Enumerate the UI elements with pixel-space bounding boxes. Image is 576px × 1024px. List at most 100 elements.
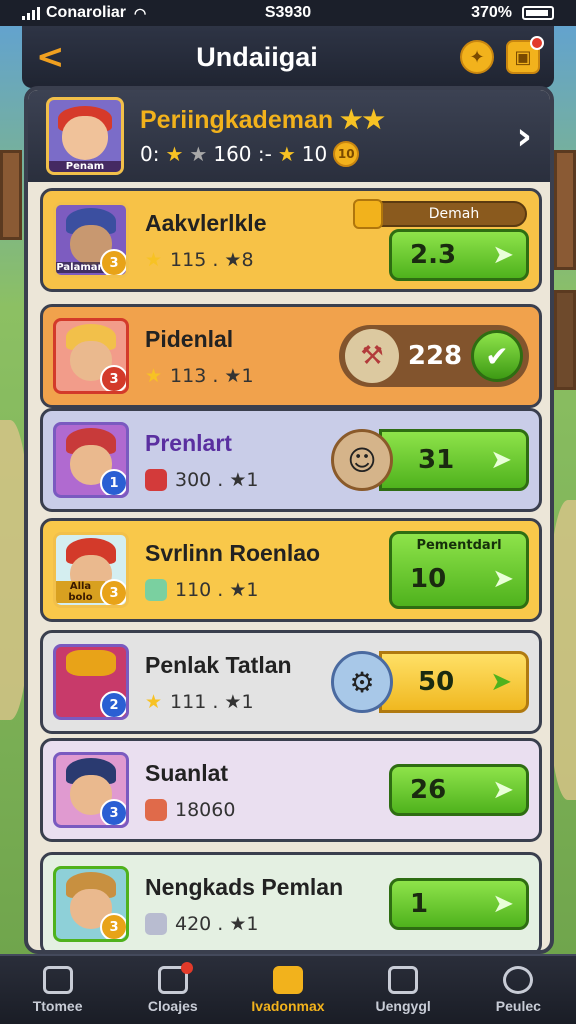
coin-icon[interactable]: ✦: [460, 40, 494, 74]
leaderboard-panel: Penam Periingkademan ★★ 0: ★ ★ 160 :- ★ …: [24, 86, 554, 954]
nav-chat[interactable]: Uengygl: [353, 966, 453, 1014]
reward-pill-label: Demah: [428, 206, 480, 222]
level-badge: 3: [100, 913, 126, 939]
shop-icon: [272, 966, 303, 994]
level-badge: 1: [100, 469, 126, 495]
nav-clan[interactable]: Cloajes: [123, 962, 223, 1014]
row-avatar: Alla bolo 3: [53, 532, 129, 608]
row-avatar: 3: [53, 318, 129, 394]
action-button[interactable]: 31 ➤: [379, 429, 529, 491]
top-header: < Undaiigai ✦ ▣: [22, 26, 554, 88]
list-item[interactable]: 3 Pidenlal ★ 113 . ★1 ⚒ 228 ✔: [40, 304, 542, 408]
row-stat: 115 . ★8: [170, 248, 254, 271]
action-button[interactable]: 1 ➤: [389, 878, 529, 930]
list-item[interactable]: 1 Prenlart 300 . ★1 ☺ 31 ➤: [40, 408, 542, 512]
bottom-nav: Ttomee Cloajes Ivadonmax Uengygl Peulec: [0, 954, 576, 1024]
level-badge: 3: [100, 579, 126, 605]
star-icon: ★★: [340, 106, 385, 134]
player-profile-card[interactable]: Penam Periingkademan ★★ 0: ★ ★ 160 :- ★ …: [28, 90, 550, 182]
list-item[interactable]: Alla bolo 3 Svrlinn Roenlao 110 . ★1 Pem…: [40, 518, 542, 622]
row-name: Svrlinn Roenlao: [145, 539, 321, 566]
hammer-icon: ⚒: [345, 329, 399, 383]
player-name: Periingkademan: [140, 106, 334, 134]
nav-leaderboard[interactable]: Ivadonmax: [238, 966, 338, 1014]
page-title: Undaiigai: [196, 41, 318, 72]
back-arrow-icon[interactable]: <: [36, 37, 66, 77]
avatar-tag: Penam: [49, 161, 121, 172]
signal-icon: [22, 6, 40, 20]
action-button[interactable]: 2.3 ➤: [389, 229, 529, 281]
row-avatar: 3: [53, 752, 129, 828]
level-badge: 3: [100, 799, 126, 825]
gem-icon: [145, 912, 167, 935]
arrow-right-icon: ➤: [492, 240, 514, 270]
gem-icon: [145, 798, 167, 821]
list-item[interactable]: 3 Nengkads Pemlan 420 . ★1 1 ➤: [40, 852, 542, 950]
nav-label: Peulec: [495, 998, 541, 1014]
gem-icon: [145, 468, 167, 491]
star-icon: ★: [145, 364, 163, 387]
gem-icon: [145, 578, 167, 601]
notification-badge: [530, 36, 544, 50]
reward-combo[interactable]: ⚙ 50 ➤: [331, 651, 529, 713]
battery-percent: 370%: [471, 4, 512, 21]
row-stat: 111 . ★1: [170, 690, 254, 713]
reward-combo[interactable]: ☺ 31 ➤: [331, 429, 529, 491]
profile-stat-label: 0:: [140, 142, 160, 166]
item-slot: ⚒ 228 ✔: [339, 325, 529, 387]
action-button[interactable]: 26 ➤: [389, 764, 529, 816]
notification-badge: [180, 962, 193, 974]
chest-icon[interactable]: ▣: [506, 36, 544, 74]
row-stat: 113 . ★1: [170, 364, 254, 387]
row-name: Prenlart: [145, 429, 232, 456]
player-avatar: Penam: [46, 97, 124, 175]
nav-label: Uengygl: [375, 998, 431, 1014]
row-stat: 420 . ★1: [175, 912, 259, 935]
row-avatar: Palaman 3: [53, 202, 129, 278]
token-icon: [353, 199, 383, 229]
home-icon: [42, 966, 73, 994]
action-value: 1: [410, 889, 429, 919]
action-button[interactable]: 50 ➤: [379, 651, 529, 713]
chat-icon: [388, 966, 419, 994]
slot-value: 228: [407, 341, 463, 371]
row-avatar: 1: [53, 422, 129, 498]
check-icon[interactable]: ✔: [471, 330, 523, 382]
arrow-right-icon: ➤: [490, 667, 512, 697]
arrow-right-icon: ➤: [492, 564, 514, 594]
row-stat: 18060: [175, 798, 236, 821]
chevron-right-icon[interactable]: ›: [516, 114, 532, 158]
action-button[interactable]: Pementdarl 10 ➤: [389, 531, 529, 609]
list-item[interactable]: 2 Penlak Tatlan ★ 111 . ★1 ⚙ 50 ➤: [40, 630, 542, 734]
avatar-tag: Palaman: [56, 262, 105, 273]
coin-icon: 10: [333, 141, 360, 167]
nav-label: Ivadonmax: [251, 998, 325, 1014]
action-value: 31: [418, 445, 455, 475]
reward-pill: Demah: [353, 199, 527, 229]
row-name: Pidenlal: [145, 325, 234, 352]
list-item[interactable]: Palaman 3 Aakvlerlkle ★ 115 . ★8 Demah 2.…: [40, 188, 542, 292]
nav-label: Ttomee: [32, 998, 83, 1014]
star-icon: ★: [145, 690, 163, 713]
arrow-right-icon: ➤: [492, 775, 514, 805]
level-badge: 3: [100, 365, 126, 391]
warrior-icon: ☺: [331, 429, 393, 491]
nav-home[interactable]: Ttomee: [8, 966, 108, 1014]
star-icon: ★: [165, 142, 184, 166]
profile-icon: [503, 966, 534, 994]
nav-profile[interactable]: Peulec: [468, 966, 568, 1014]
row-name: Suanlat: [145, 759, 229, 786]
arrow-right-icon: ➤: [490, 445, 512, 475]
profile-stat-value: 10: [301, 142, 328, 166]
nav-label: Cloajes: [147, 998, 198, 1014]
battery-icon: [522, 6, 554, 20]
arrow-right-icon: ➤: [492, 889, 514, 919]
carrier-name: Conaroliar: [46, 4, 127, 21]
star-empty-icon: ★: [189, 142, 208, 166]
level-badge: 3: [100, 249, 126, 275]
row-avatar: 2: [53, 644, 129, 720]
action-value: 26: [410, 775, 447, 805]
action-label: Pementdarl: [416, 538, 502, 553]
action-value: 2.3: [410, 240, 457, 270]
list-item[interactable]: 3 Suanlat 18060 26 ➤: [40, 738, 542, 842]
